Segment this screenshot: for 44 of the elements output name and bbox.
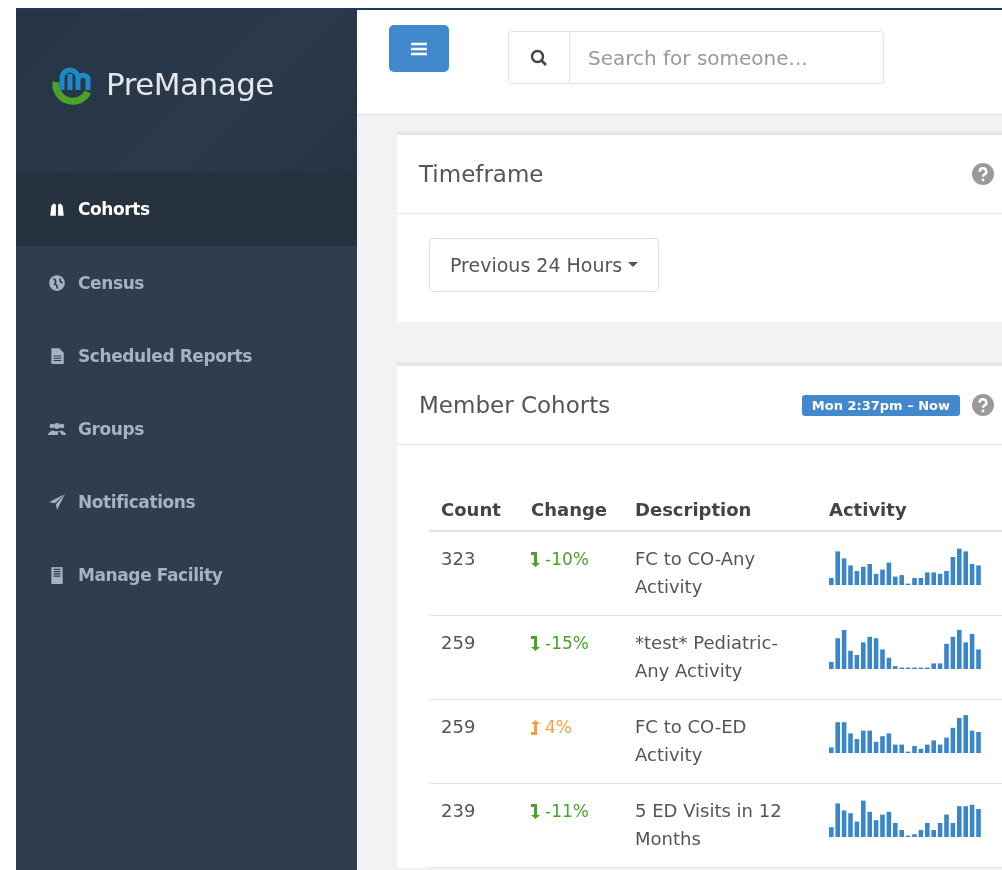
nav-item[interactable]: Manage Facility bbox=[16, 538, 357, 611]
nav-item[interactable]: Cohorts bbox=[16, 172, 357, 246]
arrow-down-icon bbox=[531, 635, 541, 651]
menu-icon bbox=[410, 41, 428, 56]
time-range-badge: Mon 2:37pm – Now bbox=[801, 394, 960, 416]
change-value: 4% bbox=[531, 713, 572, 741]
panel-title: Timeframe bbox=[419, 161, 545, 187]
count-cell: 259 bbox=[429, 699, 519, 784]
change-value: -11% bbox=[531, 797, 589, 825]
change-value: -15% bbox=[531, 629, 589, 657]
building-icon bbox=[48, 565, 66, 584]
panel-title: Member Cohorts bbox=[419, 392, 612, 418]
description-cell: FC to CO-ED Activity bbox=[623, 699, 817, 784]
description-cell: FC to CO-Any Activity bbox=[623, 531, 817, 616]
count-cell: 323 bbox=[429, 531, 519, 616]
arrow-down-icon bbox=[531, 551, 541, 567]
count-cell: 259 bbox=[429, 615, 519, 700]
search-field[interactable]: Search for someone... bbox=[570, 31, 884, 84]
timeframe-dropdown[interactable]: Previous 24 Hours bbox=[429, 238, 660, 292]
search-icon bbox=[530, 48, 548, 67]
document-icon bbox=[48, 346, 66, 365]
column-header: Activity bbox=[817, 485, 1002, 531]
help-icon[interactable] bbox=[972, 394, 994, 416]
globe-icon bbox=[48, 273, 66, 292]
search-addon[interactable] bbox=[508, 31, 570, 84]
column-header: Change bbox=[519, 485, 623, 531]
menu-button[interactable] bbox=[389, 25, 449, 72]
binoculars-icon bbox=[48, 200, 66, 218]
paper-plane-icon bbox=[48, 492, 66, 511]
nav-item[interactable]: Notifications bbox=[16, 465, 357, 538]
description-cell: 5 ED Visits in 12 Months bbox=[623, 783, 817, 868]
column-header: Count bbox=[429, 485, 519, 531]
arrow-up-icon bbox=[531, 719, 541, 735]
change-value: -10% bbox=[531, 545, 589, 573]
arrow-down-icon bbox=[531, 803, 541, 819]
help-icon[interactable] bbox=[972, 163, 994, 185]
column-header: Description bbox=[623, 485, 817, 531]
description-cell: *test* Pediatric-Any Activity bbox=[623, 615, 817, 700]
caret-icon bbox=[628, 262, 639, 268]
nav-item[interactable]: Census bbox=[16, 246, 357, 319]
brand-name: PreManage bbox=[106, 66, 274, 102]
nav-item[interactable]: Scheduled Reports bbox=[16, 319, 357, 392]
count-cell: 239 bbox=[429, 783, 519, 868]
nav-item[interactable]: Groups bbox=[16, 392, 357, 465]
